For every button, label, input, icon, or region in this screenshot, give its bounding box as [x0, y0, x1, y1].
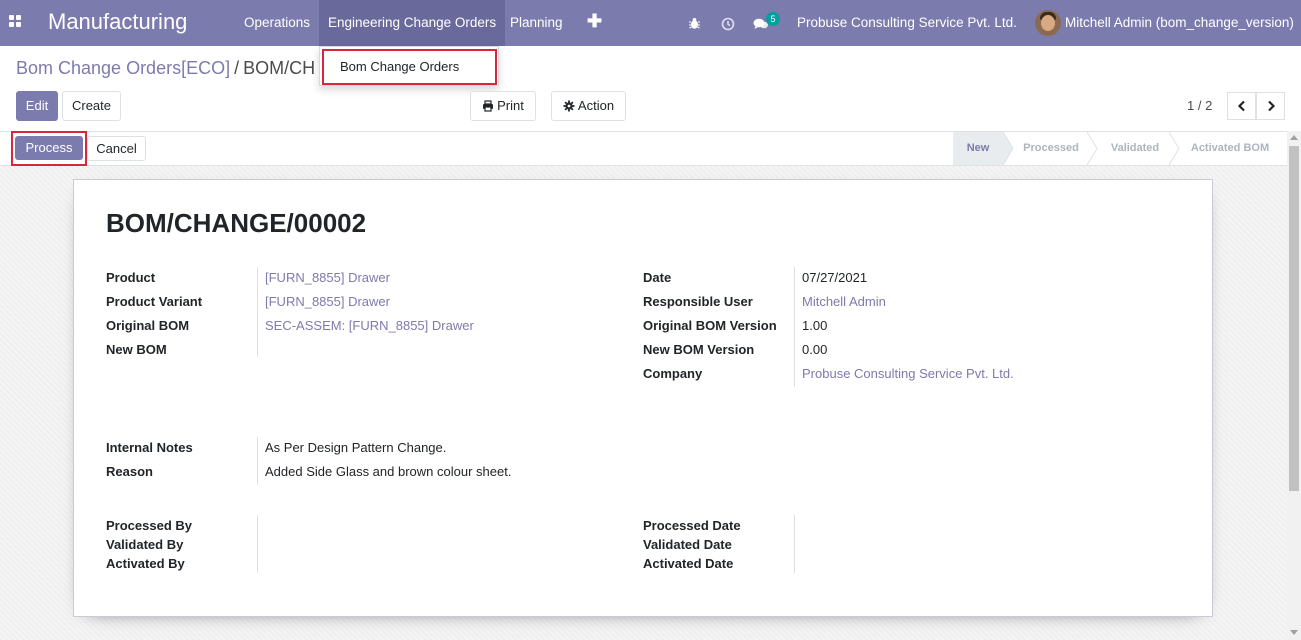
scroll-up-icon[interactable] — [1290, 135, 1298, 140]
top-navbar: Manufacturing Operations Engineering Cha… — [0, 0, 1301, 46]
bug-icon[interactable] — [688, 0, 701, 46]
pager-next-button[interactable] — [1256, 92, 1285, 120]
processed-by-label: Processed By — [106, 518, 192, 533]
activated-date-label: Activated Date — [643, 556, 734, 571]
company-switcher[interactable]: Probuse Consulting Service Pvt. Ltd. — [797, 0, 1017, 46]
scroll-down-icon[interactable] — [1290, 630, 1298, 635]
create-button[interactable]: Create — [62, 91, 121, 121]
date-label: Date — [643, 270, 672, 285]
field-divider — [257, 267, 258, 357]
scrollbar-thumb[interactable] — [1289, 146, 1299, 491]
edit-button[interactable]: Edit — [16, 91, 58, 121]
responsible-user-value[interactable]: Mitchell Admin — [802, 294, 886, 309]
process-highlight: Process — [11, 131, 87, 166]
original-bom-value[interactable]: SEC-ASSEM: [FURN_8855] Drawer — [265, 318, 474, 333]
product-label: Product — [106, 270, 156, 285]
reason-label: Reason — [106, 464, 153, 479]
stage-processed[interactable]: Processed — [1015, 132, 1087, 165]
field-divider — [257, 437, 258, 485]
field-divider — [794, 515, 795, 573]
chevron-right-icon — [1268, 100, 1276, 112]
new-bom-label: New BOM — [106, 342, 167, 357]
responsible-user-label: Responsible User — [643, 294, 753, 309]
stage-arrow — [1087, 132, 1098, 165]
chevron-left-icon — [1237, 100, 1245, 112]
original-bom-version-label: Original BOM Version — [643, 318, 777, 333]
process-button[interactable]: Process — [15, 136, 83, 160]
print-button[interactable]: Print — [470, 91, 536, 121]
validated-date-label: Validated Date — [643, 537, 732, 552]
cancel-button[interactable]: Cancel — [87, 136, 146, 161]
action-button[interactable]: Action — [551, 91, 626, 121]
breadcrumb-parent[interactable]: Bom Change Orders[ECO] — [16, 58, 230, 78]
product-variant-value[interactable]: [FURN_8855] Drawer — [265, 294, 390, 309]
original-bom-label: Original BOM — [106, 318, 190, 333]
company-label: Company — [643, 366, 703, 381]
processed-date-label: Processed Date — [643, 518, 741, 533]
action-label: Action — [577, 98, 615, 113]
apps-menu-icon[interactable] — [9, 15, 23, 29]
menu-operations[interactable]: Operations — [235, 0, 319, 46]
internal-notes-label: Internal Notes — [106, 440, 193, 455]
product-value[interactable]: [FURN_8855] Drawer — [265, 270, 390, 285]
print-label: Print — [497, 98, 524, 113]
menu-item-bom-change-orders[interactable]: Bom Change Orders — [322, 49, 497, 85]
validated-by-label: Validated By — [106, 537, 184, 552]
original-bom-version-value: 1.00 — [802, 318, 828, 333]
new-bom-version-value: 0.00 — [802, 342, 828, 357]
activated-by-label: Activated By — [106, 556, 185, 571]
eco-dropdown-menu: Bom Change Orders — [319, 46, 499, 86]
stage-validated[interactable]: Validated — [1101, 132, 1169, 165]
pager-value[interactable]: 1 / 2 — [1187, 98, 1212, 113]
avatar[interactable] — [1035, 10, 1061, 36]
breadcrumb-separator: / — [234, 58, 240, 78]
print-icon — [483, 100, 494, 112]
pager-previous-button[interactable] — [1227, 92, 1256, 120]
plus-icon[interactable]: ✚ — [587, 11, 602, 32]
field-divider — [794, 267, 795, 387]
form-sheet: BOM/CHANGE/00002 Product [FURN_8855] Dra… — [73, 179, 1213, 617]
clock-icon[interactable] — [721, 0, 735, 46]
product-variant-label: Product Variant — [106, 294, 203, 309]
stage-activated-bom[interactable]: Activated BOM — [1183, 132, 1277, 165]
field-divider — [257, 515, 258, 573]
record-title: BOM/CHANGE/00002 — [106, 208, 367, 238]
messages-count-badge: 5 — [766, 12, 780, 26]
new-bom-version-label: New BOM Version — [643, 342, 755, 357]
app-title[interactable]: Manufacturing — [48, 9, 187, 35]
menu-engineering-change-orders[interactable]: Engineering Change Orders — [319, 0, 506, 46]
company-value[interactable]: Probuse Consulting Service Pvt. Ltd. — [802, 366, 1014, 381]
internal-notes-value: As Per Design Pattern Change. — [265, 440, 447, 455]
menu-planning[interactable]: Planning — [501, 0, 572, 46]
breadcrumb: Bom Change Orders[ECO] / BOM/CH — [16, 58, 315, 79]
stage-new[interactable]: New — [953, 132, 1003, 165]
stage-arrow — [1169, 132, 1180, 165]
gear-icon — [563, 100, 575, 112]
reason-value: Added Side Glass and brown colour sheet. — [265, 464, 512, 479]
date-value: 07/27/2021 — [802, 270, 868, 285]
user-menu[interactable]: Mitchell Admin (bom_change_version) — [1065, 0, 1294, 46]
breadcrumb-current: BOM/CH — [243, 58, 316, 78]
